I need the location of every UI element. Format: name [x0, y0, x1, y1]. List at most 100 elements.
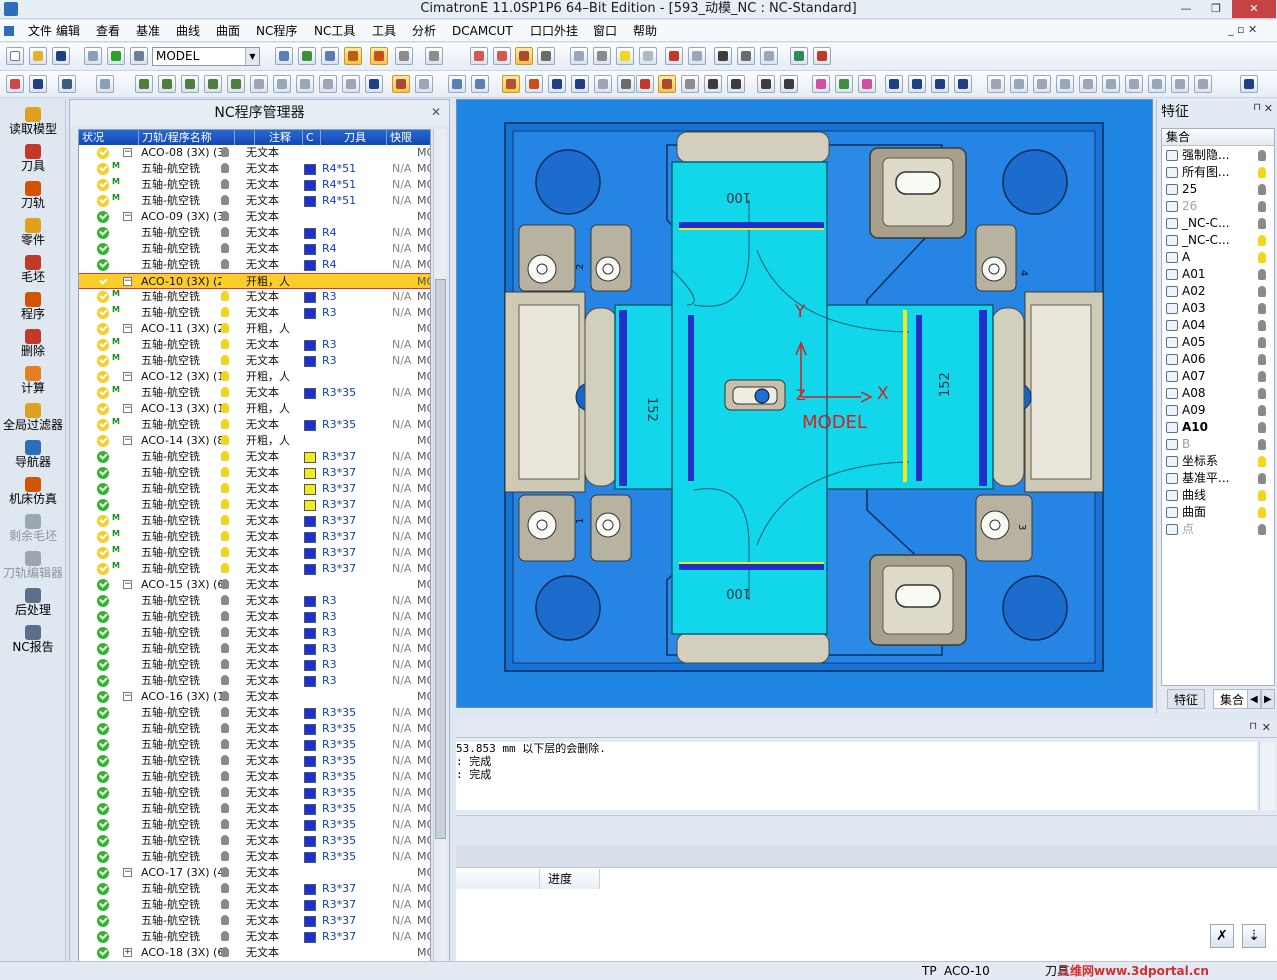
curve-tool-9-icon[interactable]: [319, 75, 337, 93]
toolpath-row[interactable]: 五轴-航空铣 无文本 R3*35 N/A MC: [79, 705, 430, 721]
set-item[interactable]: 26: [1162, 198, 1274, 215]
visibility-bulb-icon[interactable]: [221, 707, 229, 717]
wireframe-icon[interactable]: [493, 47, 511, 65]
toolpath-row[interactable]: 五轴-航空铣 无文本 R3 N/A MC: [79, 641, 430, 657]
light-bulb-icon[interactable]: [593, 47, 611, 65]
set-item[interactable]: _NC-C...: [1162, 215, 1274, 232]
visibility-bulb-icon[interactable]: [221, 276, 229, 286]
grid-select-icon[interactable]: [714, 47, 732, 65]
toolpath-row[interactable]: M 五轴-航空铣 无文本 R3 N/A MC: [79, 353, 430, 369]
layer-icon[interactable]: [84, 47, 102, 65]
toolpath-row[interactable]: 五轴-航空铣 无文本 R3*37 N/A MC: [79, 881, 430, 897]
visibility-bulb-icon[interactable]: [221, 483, 229, 493]
toolpath-row[interactable]: M 五轴-航空铣 无文本 R3*35 N/A MC: [79, 385, 430, 401]
visibility-bulb-icon[interactable]: [221, 691, 229, 701]
command-nc-report[interactable]: NC报告: [0, 625, 66, 654]
collapse-icon[interactable]: −: [123, 277, 132, 286]
toolpath-row[interactable]: 五轴-航空铣 无文本 R3*37 N/A MC: [79, 449, 430, 465]
collapse-icon[interactable]: −: [123, 148, 132, 157]
toolpath-row[interactable]: M 五轴-航空铣 无文本 R3*37 N/A MC: [79, 529, 430, 545]
show-hide-icon[interactable]: [570, 47, 588, 65]
procedure-group-row[interactable]: −ACO-14 (3X) (8 开粗，人 MC: [79, 433, 430, 449]
command-navigator[interactable]: 导航器: [0, 440, 66, 469]
surface-tool-1-icon[interactable]: [812, 75, 830, 93]
visibility-bulb-icon[interactable]: [221, 323, 229, 333]
nc-view-1-icon[interactable]: [502, 75, 520, 93]
toolpath-row[interactable]: 五轴-航空铣 无文本 R3*35 N/A MC: [79, 817, 430, 833]
visibility-bulb-icon[interactable]: [1258, 354, 1266, 365]
graphics-viewport[interactable]: 100 100 152 152 2 4 1 3 X Y Z MODEL: [456, 99, 1153, 708]
set-item[interactable]: A04: [1162, 317, 1274, 334]
toolpath-row[interactable]: M 五轴-航空铣 无文本 R3 N/A MC: [79, 305, 430, 321]
set-item[interactable]: 所有图...: [1162, 164, 1274, 181]
toolpath-row[interactable]: 五轴-航空铣 无文本 R3 N/A MC: [79, 593, 430, 609]
set-item[interactable]: A02: [1162, 283, 1274, 300]
visibility-bulb-icon[interactable]: [221, 835, 229, 845]
procedure-group-row[interactable]: −ACO-15 (3X) (6 无文本 MC: [79, 577, 430, 593]
collapse-icon[interactable]: −: [123, 580, 132, 589]
arrow-right-icon[interactable]: [688, 47, 706, 65]
column-tool[interactable]: 刀具: [321, 130, 387, 145]
visibility-bulb-icon[interactable]: [221, 243, 229, 253]
axis-tool-3-icon[interactable]: [931, 75, 949, 93]
curve-tool-2-icon[interactable]: [158, 75, 176, 93]
select-icon[interactable]: [6, 75, 24, 93]
visibility-bulb-icon[interactable]: [221, 755, 229, 765]
visibility-bulb-icon[interactable]: [1258, 405, 1266, 416]
set-item[interactable]: A03: [1162, 300, 1274, 317]
toolpath-row[interactable]: 五轴-航空铣 无文本 R3*35 N/A MC: [79, 737, 430, 753]
column-spacer[interactable]: [235, 130, 255, 145]
procedure-group-row[interactable]: −ACO-10 (3X) (2 开粗，人 MC: [79, 273, 430, 289]
toolpath-row[interactable]: 五轴-航空铣 无文本 R3*35 N/A MC: [79, 769, 430, 785]
zoom-all-icon[interactable]: [275, 47, 293, 65]
toolpath-row[interactable]: 五轴-航空铣 无文本 R3 N/A MC: [79, 657, 430, 673]
message-log[interactable]: 53.853 mm 以下层的会删除. : 完成 : 完成: [456, 742, 1257, 810]
toolpath-row[interactable]: 五轴-航空铣 无文本 R3*35 N/A MC: [79, 801, 430, 817]
command-part[interactable]: 零件: [0, 218, 66, 247]
toolpath-row[interactable]: M 五轴-航空铣 无文本 R3*37 N/A MC: [79, 561, 430, 577]
menu-plugin[interactable]: 口口外挂: [530, 23, 578, 39]
model-selector[interactable]: MODEL ▼: [152, 47, 260, 66]
ucs-icon[interactable]: [760, 47, 778, 65]
part-view-icon[interactable]: [681, 75, 699, 93]
axis-tool-4-icon[interactable]: [954, 75, 972, 93]
tool-info-icon[interactable]: [636, 75, 654, 93]
chevron-left-icon[interactable]: ◀: [1247, 689, 1261, 709]
command-execute[interactable]: 计算: [0, 366, 66, 395]
command-procedure[interactable]: 程序: [0, 292, 66, 321]
menu-view[interactable]: 查看: [96, 23, 120, 39]
help-cursor-icon[interactable]: [1240, 75, 1258, 93]
deselect-icon[interactable]: [29, 75, 47, 93]
sketch-tool-3-icon[interactable]: [1033, 75, 1051, 93]
column-status[interactable]: 状况: [79, 130, 139, 145]
collapse-icon[interactable]: −: [123, 436, 132, 445]
visibility-bulb-icon[interactable]: [221, 195, 229, 205]
collapse-icon[interactable]: −: [123, 372, 132, 381]
visibility-bulb-icon[interactable]: [221, 675, 229, 685]
visibility-bulb-icon[interactable]: [221, 851, 229, 861]
stock-view-icon[interactable]: [658, 75, 676, 93]
set-item[interactable]: A07: [1162, 368, 1274, 385]
procedure-group-row[interactable]: −ACO-17 (3X) (4 无文本 MC: [79, 865, 430, 881]
cancel-task-icon[interactable]: ✗: [1210, 924, 1234, 948]
menu-surface[interactable]: 曲面: [216, 23, 240, 39]
pan-icon[interactable]: [344, 47, 362, 65]
procedure-group-row[interactable]: −ACO-09 (3X) (3 无文本 MC: [79, 209, 430, 225]
maximize-button[interactable]: ❐: [1202, 0, 1230, 18]
collapse-icon[interactable]: −: [123, 404, 132, 413]
menu-nc-tools[interactable]: NC工具: [314, 23, 355, 39]
visibility-bulb-icon[interactable]: [221, 867, 229, 877]
filter-icon[interactable]: [448, 75, 466, 93]
set-item[interactable]: A: [1162, 249, 1274, 266]
zoom-icon[interactable]: [321, 47, 339, 65]
progress-column-progress[interactable]: 进度: [540, 869, 600, 889]
toolpath-row[interactable]: M 五轴-航空铣 无文本 R3*37 N/A MC: [79, 513, 430, 529]
pin-icon[interactable]: ⊓: [1253, 102, 1261, 113]
command-stock[interactable]: 毛坯: [0, 255, 66, 284]
visibility-bulb-icon[interactable]: [221, 211, 229, 221]
procedure-group-row[interactable]: + ACO-18 (3X) (6 无文本 MC: [79, 945, 430, 961]
select-mode-2-icon[interactable]: [415, 75, 433, 93]
menu-file[interactable]: 文件: [28, 23, 52, 39]
menu-edit[interactable]: 编辑: [56, 23, 80, 39]
visibility-bulb-icon[interactable]: [221, 451, 229, 461]
